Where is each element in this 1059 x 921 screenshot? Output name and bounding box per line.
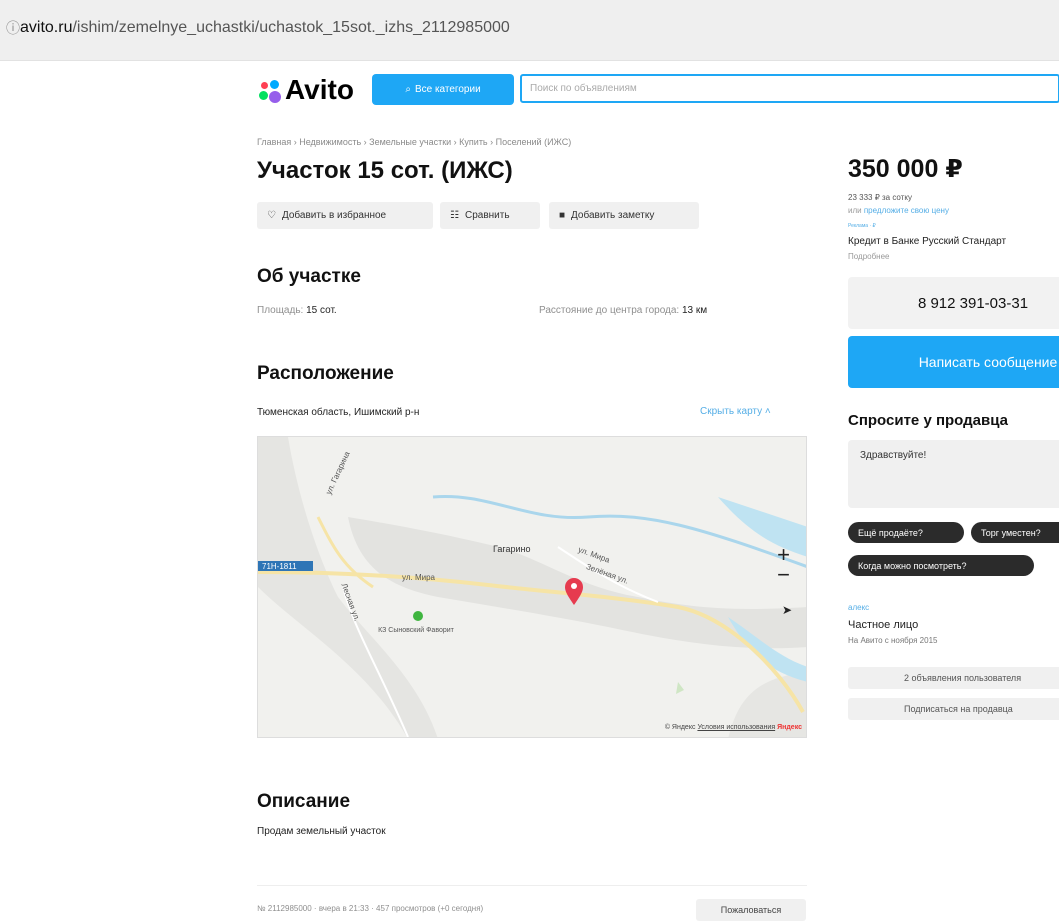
lock-icon: ⓘ — [6, 20, 20, 36]
show-phone-button[interactable]: 8 912 391-03-31 — [848, 277, 1059, 329]
browser-url-bar[interactable]: ⓘ avito.ru/ishim/zemelnye_uchastki/uchas… — [0, 0, 1059, 61]
sovkhoz-label: КЗ Сыновский Фаворит — [378, 627, 454, 634]
search-input[interactable]: Поиск по объявлениям — [520, 74, 1059, 103]
add-note-button[interactable]: ■ Добавить заметку — [549, 202, 699, 229]
description-heading: Описание — [257, 791, 351, 812]
map-copyright: © Яндекс Условия использования Яндекс — [664, 724, 802, 731]
description-text: Продам земельный участок — [257, 826, 386, 837]
quick-question-chip[interactable]: Торг уместен? — [971, 522, 1059, 543]
quick-question-chip[interactable]: Ещё продаёте? — [848, 522, 964, 543]
area-param: Площадь: 15 сот. — [257, 305, 337, 316]
quick-question-chip[interactable]: Когда можно посмотреть? — [848, 555, 1034, 576]
offer-price-link[interactable]: предложите свою цену — [864, 206, 949, 215]
user-ads-button[interactable]: 2 объявления пользователя — [848, 667, 1059, 689]
avito-logo-text: Avito — [285, 74, 354, 105]
offer-price: или предложите свою цену — [848, 206, 949, 215]
location-heading: Расположение — [257, 363, 394, 384]
hide-map-link[interactable]: Скрыть карту ˄ — [700, 406, 771, 417]
heart-icon: ♡ — [267, 210, 276, 221]
compare-button[interactable]: ☷ Сравнить — [440, 202, 540, 229]
avito-logo[interactable]: Avito — [257, 74, 354, 106]
write-message-button[interactable]: Написать сообщение — [848, 336, 1059, 388]
compare-icon: ☷ — [450, 210, 459, 221]
seller-name-link[interactable]: алекс — [848, 603, 869, 612]
ad-tag: Реклама · ₽ — [848, 223, 876, 229]
location-address: Тюменская область, Ишимский р-н — [257, 407, 420, 418]
road-code-label: 71Н-1811 — [262, 562, 297, 571]
ask-seller-heading: Спросите у продавца — [848, 412, 1008, 429]
map-terms-link[interactable]: Условия использования — [697, 724, 775, 731]
locate-arrow-icon[interactable]: ➤ — [782, 603, 792, 617]
map-zoom-controls: + − — [777, 544, 790, 586]
seller-since: На Авито с ноября 2015 — [848, 636, 938, 645]
listing-meta: № 2112985000 · вчера в 21:33 · 457 просм… — [257, 904, 484, 913]
add-to-favorites-button[interactable]: ♡ Добавить в избранное — [257, 202, 433, 229]
price: 350 000 ₽ — [848, 155, 963, 183]
zoom-out-button[interactable]: − — [777, 564, 790, 586]
divider — [257, 885, 807, 886]
credit-offer[interactable]: Кредит в Банке Русский Стандарт — [848, 236, 1006, 247]
village-gagarino-label: Гагарино — [493, 544, 531, 554]
about-heading: Об участке — [257, 266, 361, 287]
subscribe-seller-button[interactable]: Подписаться на продавца — [848, 698, 1059, 720]
yandex-map[interactable]: 71Н-1811 ул. Гагарина Гагарино ул. Мира … — [257, 436, 807, 738]
note-icon: ■ — [559, 210, 566, 221]
distance-param: Расстояние до центра города: 13 км — [539, 305, 708, 316]
credit-more-link[interactable]: Подробнее — [848, 252, 890, 261]
complain-button[interactable]: Пожаловаться — [696, 899, 806, 921]
search-icon: ⌕ — [405, 84, 411, 95]
page-title: Участок 15 сот. (ИЖС) — [257, 157, 513, 184]
url-text[interactable]: avito.ru/ishim/zemelnye_uchastki/uchasto… — [20, 19, 510, 37]
breadcrumb[interactable]: Главная › Недвижимость › Земельные участ… — [257, 137, 571, 147]
price-per-sotka: 23 333 ₽ за сотку — [848, 193, 912, 202]
street-mira-label: ул. Мира — [402, 573, 435, 582]
seller-type: Частное лицо — [848, 619, 919, 631]
avito-logo-dots-icon — [257, 79, 283, 103]
all-categories-button[interactable]: ⌕ Все категории — [372, 74, 514, 105]
ask-seller-input[interactable]: Здравствуйте! — [848, 440, 1059, 508]
